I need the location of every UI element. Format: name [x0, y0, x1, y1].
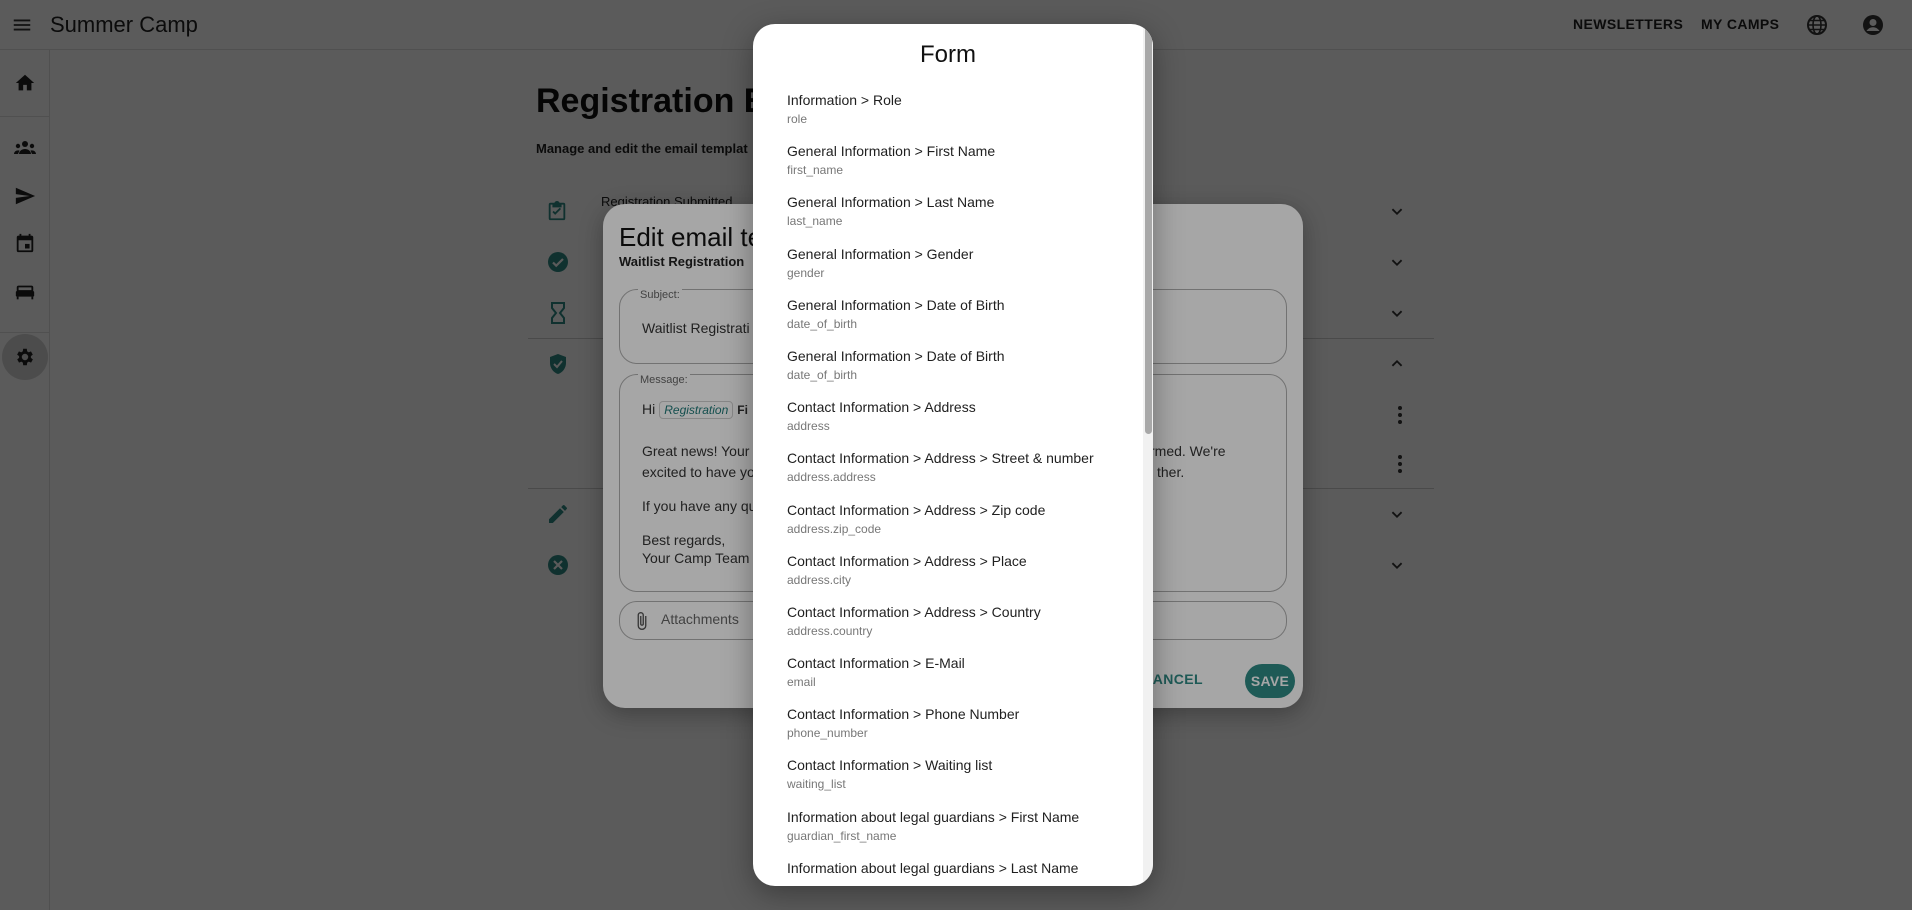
list-item-label: General Information > First Name: [787, 143, 996, 160]
list-item-label: General Information > Gender: [787, 245, 974, 262]
list-item-label: Contact Information > Waiting list: [787, 757, 993, 774]
list-item-key: email: [787, 675, 816, 690]
list-item-key: date_of_birth: [787, 367, 858, 382]
list-item-label: Contact Information > E-Mail: [787, 655, 965, 672]
scrollbar-track[interactable]: [1143, 24, 1153, 886]
list-item-label: Information about legal guardians > Firs…: [787, 808, 1080, 825]
list-item[interactable]: Contact Information > Phone Number phone_…: [753, 704, 1143, 755]
list-item-label: Contact Information > Address: [787, 399, 976, 416]
list-item[interactable]: Contact Information > Address > Zip code…: [753, 500, 1143, 551]
list-item[interactable]: Contact Information > Address > Street &…: [753, 448, 1143, 499]
list-item-key: phone_number: [787, 726, 868, 741]
list-item[interactable]: General Information > Date of Birth date_…: [753, 295, 1143, 346]
list-item[interactable]: Contact Information > E-Mail email: [753, 653, 1143, 704]
list-item[interactable]: General Information > Last Name last_name: [753, 192, 1143, 243]
list-item-key: address.zip_code: [787, 521, 882, 536]
list-item[interactable]: Contact Information > Address > Country a…: [753, 602, 1143, 653]
list-item-key: date_of_birth: [787, 316, 858, 331]
list-item-label: Contact Information > Address > Country: [787, 603, 1041, 620]
list-item[interactable]: Information about legal guardians > Last…: [753, 858, 1143, 886]
list-item-label: General Information > Date of Birth: [787, 296, 1005, 313]
list-item-label: Contact Information > Address > Zip code: [787, 501, 1046, 518]
list-item[interactable]: Contact Information > Address > Place add…: [753, 551, 1143, 602]
list-item[interactable]: General Information > Date of Birth date_…: [753, 346, 1143, 397]
list-item-key: address.country: [787, 623, 873, 638]
list-item-key: address.address: [787, 470, 876, 485]
list-item-key: address: [787, 419, 830, 434]
list-item[interactable]: Contact Information > Waiting list waitin…: [753, 755, 1143, 806]
list-item-key: last_name: [787, 214, 843, 229]
list-item-key: guardian_first_name: [787, 828, 897, 843]
list-item[interactable]: Contact Information > Address address: [753, 397, 1143, 448]
list-item-label: Contact Information > Phone Number: [787, 706, 1020, 723]
list-item[interactable]: General Information > Gender gender: [753, 244, 1143, 295]
list-item-label: Contact Information > Address > Place: [787, 552, 1027, 569]
list-item-key: address.city: [787, 572, 852, 587]
list-item-key: role: [787, 112, 808, 126]
field-list: Information > Role role General Informati…: [753, 90, 1143, 886]
list-item[interactable]: Information > Role role: [753, 90, 1143, 141]
list-item-label: General Information > Last Name: [787, 194, 995, 211]
list-item-label: Information > Role: [787, 92, 902, 108]
list-item[interactable]: General Information > First Name first_na…: [753, 141, 1143, 192]
list-item[interactable]: Information about legal guardians > Firs…: [753, 807, 1143, 858]
list-item-label: Contact Information > Address > Street &…: [787, 450, 1094, 467]
list-item-key: gender: [787, 265, 825, 280]
picker-title: Form: [920, 41, 976, 68]
list-item-label: General Information > Date of Birth: [787, 347, 1005, 364]
scrollbar-thumb[interactable]: [1145, 24, 1152, 434]
form-field-picker: Form Information > Role role General Info…: [753, 24, 1153, 886]
list-item-key: first_name: [787, 163, 844, 178]
list-item-label: Information about legal guardians > Last…: [787, 859, 1079, 876]
list-item-key: waiting_list: [787, 777, 846, 792]
